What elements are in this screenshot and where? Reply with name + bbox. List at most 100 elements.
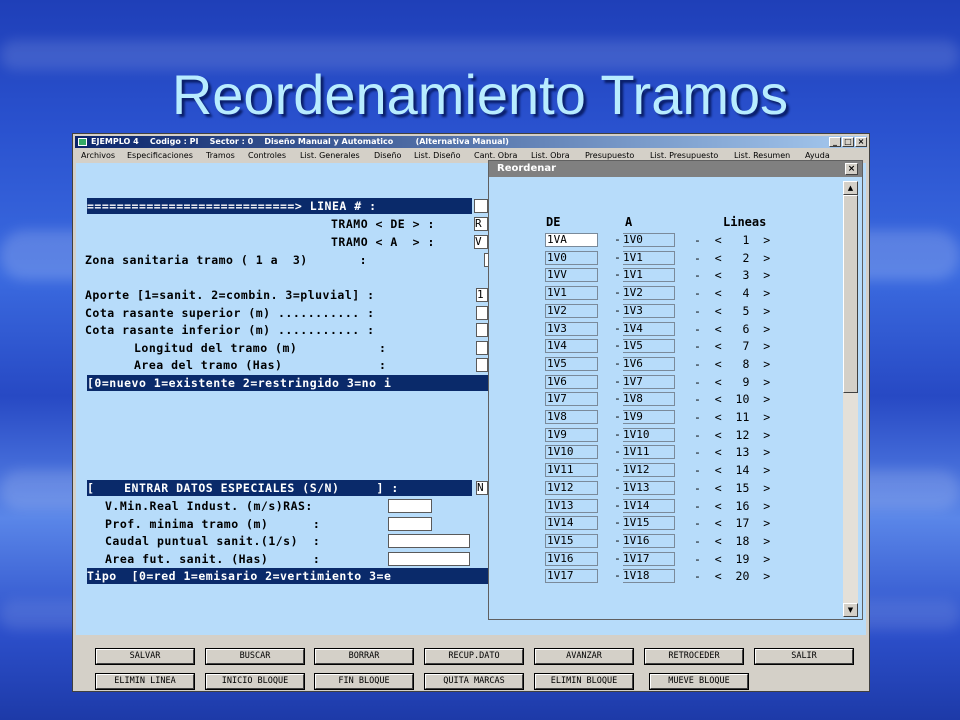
fin-bloque-button[interactable]: FIN BLOQUE bbox=[315, 674, 413, 689]
de-cell[interactable]: 1V17 bbox=[545, 569, 598, 583]
cota-inf-input[interactable] bbox=[476, 323, 488, 337]
de-cell[interactable]: 1V12 bbox=[545, 481, 598, 495]
a-cell[interactable]: 1V4 bbox=[623, 322, 675, 336]
a-cell[interactable]: 1V14 bbox=[623, 499, 675, 513]
de-cell[interactable]: 1V0 bbox=[545, 251, 598, 265]
longitud-label: Longitud del tramo (m) : bbox=[134, 341, 387, 355]
line-number: 11 bbox=[735, 410, 750, 424]
a-cell[interactable]: 1V6 bbox=[623, 357, 675, 371]
de-cell[interactable]: 1V3 bbox=[545, 322, 598, 336]
a-cell[interactable]: 1V10 bbox=[623, 428, 675, 442]
menu-controles[interactable]: Controles bbox=[248, 149, 286, 162]
line-prefix: - < bbox=[694, 463, 736, 477]
de-cell[interactable]: 1V5 bbox=[545, 357, 598, 371]
lineas-cell: - < 18 > bbox=[694, 533, 770, 549]
a-cell[interactable]: 1V2 bbox=[623, 286, 675, 300]
de-cell[interactable]: 1VV bbox=[545, 268, 598, 282]
a-cell[interactable]: 1V9 bbox=[623, 410, 675, 424]
caudal-input[interactable] bbox=[388, 534, 470, 548]
a-cell[interactable]: 1V7 bbox=[623, 375, 675, 389]
salir-button[interactable]: SALIR bbox=[755, 649, 853, 664]
de-cell[interactable]: 1V14 bbox=[545, 516, 598, 530]
de-cell[interactable]: 1V1 bbox=[545, 286, 598, 300]
row-dash: - bbox=[614, 480, 621, 494]
de-cell[interactable]: 1V4 bbox=[545, 339, 598, 353]
a-cell[interactable]: 1V5 bbox=[623, 339, 675, 353]
de-cell[interactable]: 1V9 bbox=[545, 428, 598, 442]
menu-list-diseno[interactable]: List. Diseño bbox=[414, 149, 461, 162]
de-cell[interactable]: 1V10 bbox=[545, 445, 598, 459]
menu-diseno[interactable]: Diseño bbox=[374, 149, 401, 162]
a-cell[interactable]: 1V11 bbox=[623, 445, 675, 459]
quita-marcas-button[interactable]: QUITA MARCAS bbox=[425, 674, 523, 689]
recup-dato-button[interactable]: RECUP.DATO bbox=[425, 649, 523, 664]
scroll-down-icon[interactable]: ▼ bbox=[843, 603, 858, 617]
de-cell[interactable]: 1V13 bbox=[545, 499, 598, 513]
a-cell[interactable]: 1V3 bbox=[623, 304, 675, 318]
a-cell[interactable]: 1V8 bbox=[623, 392, 675, 406]
mueve-bloque-button[interactable]: MUEVE BLOQUE bbox=[650, 674, 748, 689]
de-cell[interactable]: 1V15 bbox=[545, 534, 598, 548]
a-cell[interactable]: 1V12 bbox=[623, 463, 675, 477]
avanzar-button[interactable]: AVANZAR bbox=[535, 649, 633, 664]
line-prefix: - < bbox=[694, 339, 736, 353]
a-cell[interactable]: 1V13 bbox=[623, 481, 675, 495]
a-cell[interactable]: 1V17 bbox=[623, 552, 675, 566]
line-prefix: - < bbox=[694, 322, 736, 336]
a-cell[interactable]: 1V1 bbox=[623, 251, 675, 265]
aporte-input[interactable]: 1 bbox=[476, 288, 488, 302]
de-cell[interactable]: 1V8 bbox=[545, 410, 598, 424]
de-cell[interactable]: 1V6 bbox=[545, 375, 598, 389]
lineas-cell: - < 19 > bbox=[694, 551, 770, 567]
menu-tramos[interactable]: Tramos bbox=[206, 149, 235, 162]
inicio-bloque-button[interactable]: INICIO BLOQUE bbox=[206, 674, 304, 689]
vmin-input[interactable] bbox=[388, 499, 432, 513]
row-dash: - bbox=[614, 374, 621, 388]
tramo-de-input[interactable]: R bbox=[474, 217, 488, 231]
retroceder-button[interactable]: RETROCEDER bbox=[645, 649, 743, 664]
de-cell[interactable]: 1VA bbox=[545, 233, 598, 247]
a-cell[interactable]: 1V18 bbox=[623, 569, 675, 583]
elimin-linea-button[interactable]: ELIMIN LINEA bbox=[96, 674, 194, 689]
borrar-button[interactable]: BORRAR bbox=[315, 649, 413, 664]
scroll-thumb[interactable] bbox=[843, 195, 858, 393]
longitud-input[interactable] bbox=[476, 341, 488, 355]
linea-input[interactable] bbox=[474, 199, 488, 213]
cota-sup-input[interactable] bbox=[476, 306, 488, 320]
especiales-label: [ ENTRAR DATOS ESPECIALES (S/N) ] : bbox=[87, 481, 399, 495]
line-suffix: > bbox=[749, 481, 771, 495]
a-cell[interactable]: 1V16 bbox=[623, 534, 675, 548]
menu-archivos[interactable]: Archivos bbox=[81, 149, 115, 162]
a-cell[interactable]: 1V15 bbox=[623, 516, 675, 530]
line-prefix: - < bbox=[694, 357, 736, 371]
salvar-button[interactable]: SALVAR bbox=[96, 649, 194, 664]
maximize-button[interactable]: □ bbox=[842, 137, 854, 147]
menu-especificaciones[interactable]: Especificaciones bbox=[127, 149, 193, 162]
close-button[interactable]: × bbox=[855, 137, 867, 147]
window-titlebar: EJEMPLO 4 Codigo : PI Sector : 0 Diseño … bbox=[75, 136, 867, 148]
de-cell[interactable]: 1V11 bbox=[545, 463, 598, 477]
buscar-button[interactable]: BUSCAR bbox=[206, 649, 304, 664]
line-number: 15 bbox=[735, 481, 750, 495]
scroll-up-icon[interactable]: ▲ bbox=[843, 181, 858, 195]
a-cell[interactable]: 1V1 bbox=[623, 268, 675, 282]
dialog-close-button[interactable]: × bbox=[845, 163, 858, 175]
a-cell[interactable]: 1V0 bbox=[623, 233, 675, 247]
minimize-button[interactable]: _ bbox=[829, 137, 841, 147]
line-prefix: - < bbox=[694, 251, 736, 265]
especiales-input[interactable]: N bbox=[476, 481, 488, 495]
prof-input[interactable] bbox=[388, 517, 432, 531]
area-fut-input[interactable] bbox=[388, 552, 470, 566]
menu-list-generales[interactable]: List. Generales bbox=[300, 149, 360, 162]
dialog-scrollbar[interactable]: ▲ ▼ bbox=[843, 181, 858, 617]
tramo-a-input[interactable]: V bbox=[474, 235, 488, 249]
area-input[interactable] bbox=[476, 358, 488, 372]
line-prefix: - < bbox=[694, 499, 736, 513]
estado-band: [0=nuevo 1=existente 2=restringido 3=no … bbox=[87, 375, 488, 391]
de-cell[interactable]: 1V7 bbox=[545, 392, 598, 406]
zona-label: Zona sanitaria tramo ( 1 a 3) : bbox=[85, 253, 368, 267]
lineas-cell: - < 17 > bbox=[694, 515, 770, 531]
de-cell[interactable]: 1V2 bbox=[545, 304, 598, 318]
de-cell[interactable]: 1V16 bbox=[545, 552, 598, 566]
elimin-bloque-button[interactable]: ELIMIN BLOQUE bbox=[535, 674, 633, 689]
